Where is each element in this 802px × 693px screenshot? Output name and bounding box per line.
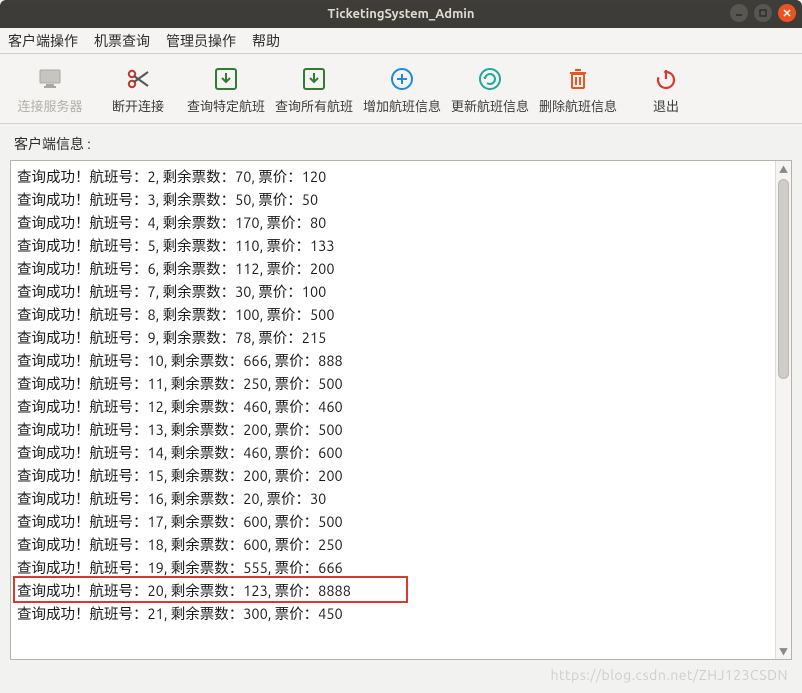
query-specific-button[interactable]: 查询特定航班 [182, 61, 270, 121]
query-all-label: 查询所有航班 [275, 96, 353, 115]
menu-ticket-query[interactable]: 机票查询 [94, 31, 150, 51]
menu-client-ops[interactable]: 客户端操作 [8, 31, 78, 51]
exit-button[interactable]: 退出 [622, 61, 710, 121]
connect-server-button[interactable]: 连接服务器 [6, 61, 94, 121]
trash-icon [565, 66, 591, 92]
menubar: 客户端操作 机票查询 管理员操作 帮助 [0, 28, 802, 54]
client-info-label: 客户端信息 : [0, 124, 802, 160]
maximize-button[interactable] [754, 4, 772, 22]
scroll-down-arrow[interactable]: ▼ [776, 643, 791, 659]
menu-admin-ops[interactable]: 管理员操作 [166, 31, 236, 51]
close-icon [782, 8, 792, 18]
add-flight-button[interactable]: 增加航班信息 [358, 61, 446, 121]
window-title: TicketingSystem_Admin [327, 7, 474, 21]
menu-help[interactable]: 帮助 [252, 31, 280, 51]
update-flight-button[interactable]: 更新航班信息 [446, 61, 534, 121]
scissors-icon [125, 66, 151, 92]
disconnect-button[interactable]: 断开连接 [94, 61, 182, 121]
disconnect-label: 断开连接 [112, 96, 164, 115]
client-info-textarea[interactable]: 查询成功！航班号：2, 剩余票数：70, 票价：120 查询成功！航班号：3, … [10, 160, 792, 660]
monitor-icon [37, 66, 63, 92]
query-all-button[interactable]: 查询所有航班 [270, 61, 358, 121]
download-box-icon [301, 66, 327, 92]
close-button[interactable] [778, 4, 796, 22]
minimize-button[interactable] [730, 4, 748, 22]
exit-label: 退出 [653, 96, 679, 115]
connect-server-label: 连接服务器 [17, 96, 82, 115]
power-icon [653, 66, 679, 92]
watermark: https://blog.csdn.net/ZHJ123CSDN [551, 667, 788, 683]
window-controls [730, 4, 796, 22]
scroll-up-arrow[interactable]: ▲ [776, 161, 791, 177]
refresh-circle-icon [477, 66, 503, 92]
download-box-icon [213, 66, 239, 92]
update-flight-label: 更新航班信息 [451, 96, 529, 115]
delete-flight-button[interactable]: 删除航班信息 [534, 61, 622, 121]
scroll-thumb[interactable] [778, 179, 789, 379]
query-specific-label: 查询特定航班 [187, 96, 265, 115]
toolbar: 连接服务器 断开连接 查询特定航班 查询所有航班 增加航班信息 更新航班信息 [0, 54, 802, 124]
titlebar: TicketingSystem_Admin [0, 0, 802, 28]
delete-flight-label: 删除航班信息 [539, 96, 617, 115]
client-info-content: 查询成功！航班号：2, 剩余票数：70, 票价：120 查询成功！航班号：3, … [11, 161, 775, 659]
maximize-icon [758, 8, 768, 18]
add-flight-label: 增加航班信息 [363, 96, 441, 115]
plus-circle-icon [389, 66, 415, 92]
minimize-icon [734, 8, 744, 18]
vertical-scrollbar[interactable]: ▲ ▼ [775, 161, 791, 659]
